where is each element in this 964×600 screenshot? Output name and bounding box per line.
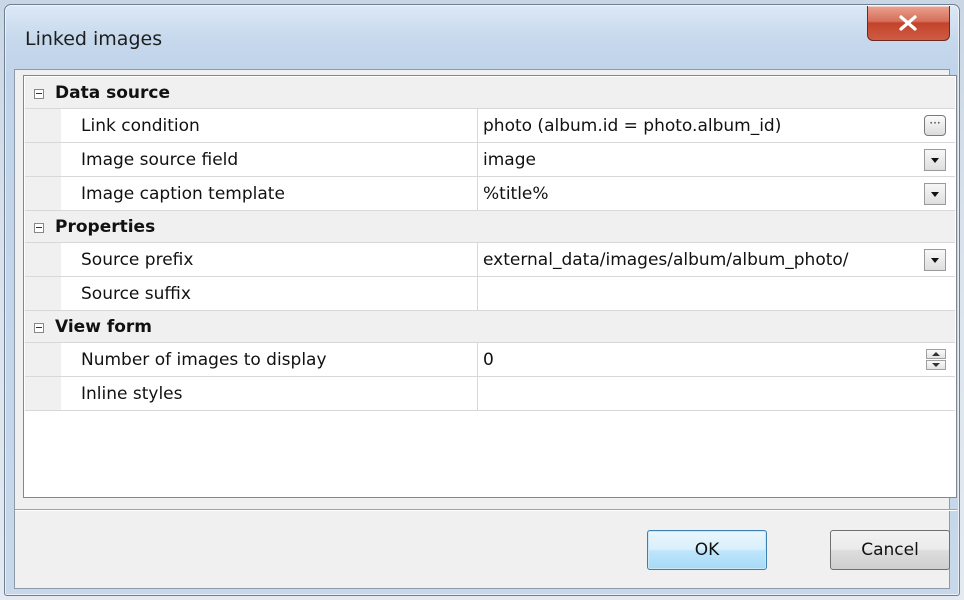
close-button[interactable]: [867, 6, 950, 41]
button-separator: [15, 509, 957, 510]
category-label: Properties: [55, 216, 156, 237]
category-label: View form: [55, 316, 153, 337]
spin-down-icon[interactable]: [926, 360, 946, 370]
property-value-link-condition[interactable]: photo (album.id = photo.album_id) ···: [477, 108, 955, 143]
spin-up-icon[interactable]: [926, 349, 946, 359]
ellipsis-icon: ···: [929, 116, 941, 130]
category-properties[interactable]: Properties: [25, 210, 955, 243]
collapse-minus-icon[interactable]: [34, 222, 44, 233]
title-bar: Linked images: [5, 5, 959, 69]
close-icon: [899, 15, 917, 31]
ok-button[interactable]: OK: [647, 530, 767, 570]
category-view-form[interactable]: View form: [25, 310, 955, 343]
property-value-source-prefix[interactable]: external_data/images/album/album_photo/: [477, 242, 955, 277]
category-label: Data source: [55, 82, 170, 103]
property-name: Inline styles: [61, 376, 478, 411]
property-value-text: external_data/images/album/album_photo/: [483, 249, 849, 270]
property-name: Image source field: [61, 142, 478, 177]
dropdown-arrow-icon[interactable]: [924, 149, 946, 171]
property-name: Source suffix: [61, 276, 478, 311]
property-row-source-prefix[interactable]: Source prefix external_data/images/album…: [25, 242, 955, 277]
dropdown-arrow-icon[interactable]: [924, 183, 946, 205]
category-data-source[interactable]: Data source: [25, 77, 955, 109]
ellipsis-button[interactable]: ···: [924, 115, 946, 136]
cancel-button[interactable]: Cancel: [830, 530, 950, 570]
collapse-minus-icon[interactable]: [34, 88, 44, 99]
property-row-number-of-images[interactable]: Number of images to display 0: [25, 342, 955, 377]
property-row-image-source-field[interactable]: Image source field image: [25, 142, 955, 177]
collapse-minus-icon[interactable]: [34, 322, 44, 333]
property-value-text: %title%: [483, 183, 549, 204]
property-value-image-source-field[interactable]: image: [477, 142, 955, 177]
property-row-inline-styles[interactable]: Inline styles: [25, 376, 955, 411]
property-value-source-suffix[interactable]: [477, 276, 955, 311]
property-value-text: photo (album.id = photo.album_id): [483, 115, 782, 136]
property-row-image-caption-template[interactable]: Image caption template %title%: [25, 176, 955, 211]
dialog-window: Linked images Data source Link condition…: [4, 4, 960, 596]
window-title: Linked images: [25, 28, 163, 50]
property-value-text: image: [483, 149, 536, 170]
property-row-source-suffix[interactable]: Source suffix: [25, 276, 955, 311]
dropdown-arrow-icon[interactable]: [924, 249, 946, 271]
property-value-image-caption-template[interactable]: %title%: [477, 176, 955, 211]
property-value-inline-styles[interactable]: [477, 376, 955, 411]
property-name: Link condition: [61, 108, 478, 143]
property-name: Image caption template: [61, 176, 478, 211]
property-row-link-condition[interactable]: Link condition photo (album.id = photo.a…: [25, 108, 955, 143]
property-name: Number of images to display: [61, 342, 478, 377]
number-spinner[interactable]: [926, 349, 946, 371]
property-value-number-of-images[interactable]: 0: [477, 342, 955, 377]
property-grid: Data source Link condition photo (album.…: [23, 75, 957, 498]
property-value-text: 0: [483, 349, 494, 370]
property-name: Source prefix: [61, 242, 478, 277]
